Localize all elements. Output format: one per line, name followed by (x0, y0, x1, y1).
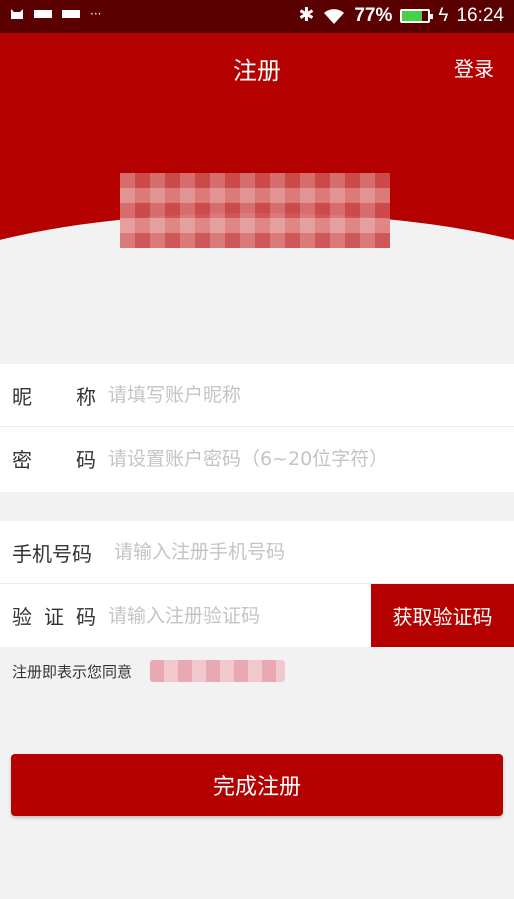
header: 注册 登录 (0, 33, 514, 273)
wifi-icon (324, 8, 345, 24)
phone-row: 手机号码 (0, 521, 514, 584)
password-row: 密 码 (0, 427, 514, 490)
status-bar: ··· ✱ 77% ϟ 16:24 (0, 0, 514, 33)
verification-code-label: 验 证 码 (12, 605, 96, 629)
phone-input[interactable] (114, 541, 514, 563)
complete-registration-button[interactable]: 完成注册 (11, 754, 503, 816)
more-notifications-icon: ··· (90, 7, 102, 21)
agreement-text: 注册即表示您同意 (12, 662, 133, 681)
charging-icon: ϟ (438, 4, 449, 26)
app-logo (120, 173, 390, 248)
battery-icon (400, 8, 434, 23)
password-label: 密 码 (12, 448, 96, 472)
get-verification-code-button[interactable]: 获取验证码 (371, 584, 514, 647)
notification-icon (34, 10, 52, 18)
agreement: 注册即表示您同意 (12, 660, 286, 682)
nickname-input[interactable] (108, 384, 514, 406)
nickname-label: 昵 称 (12, 384, 96, 409)
agreement-link[interactable] (150, 660, 286, 682)
account-form-group: 昵 称 密 码 (0, 364, 514, 492)
battery-level (402, 10, 423, 21)
verification-code-row: 验 证 码 获取验证码 (0, 584, 514, 647)
status-bar-left: ··· (10, 7, 101, 21)
password-input[interactable] (108, 447, 514, 470)
page-title: 注册 (233, 57, 281, 85)
phone-form-group: 手机号码 验 证 码 获取验证码 (0, 521, 514, 647)
status-bar-right: ✱ 77% ϟ 16:24 (298, 4, 504, 27)
phone-label: 手机号码 (12, 541, 92, 566)
login-button[interactable]: 登录 (454, 53, 494, 82)
notification-icon (62, 10, 80, 18)
cat-icon (11, 9, 23, 19)
nickname-row: 昵 称 (0, 364, 514, 427)
battery-percent: 77% (354, 4, 393, 26)
verification-code-input[interactable] (108, 604, 358, 627)
clock: 16:24 (456, 4, 504, 26)
bluetooth-icon: ✱ (298, 5, 315, 26)
